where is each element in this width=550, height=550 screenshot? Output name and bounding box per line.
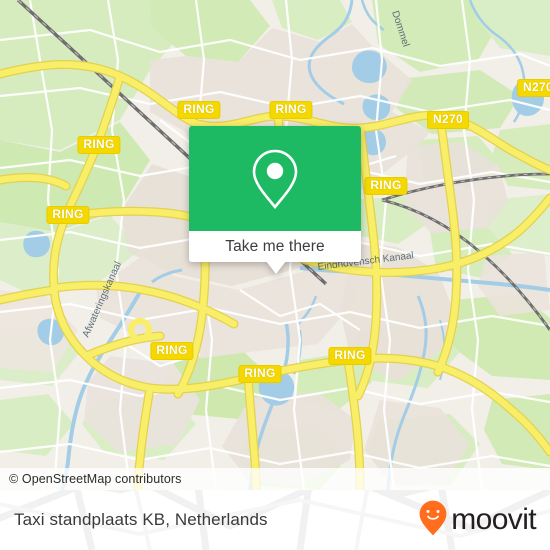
road-shield-ring: RING [328,347,372,365]
map-share-card: Dommel Afwateringskanaal Eindhovensch Ka… [0,0,550,550]
road-shield-ring: RING [77,136,121,154]
callout-icon-panel [189,126,361,231]
road-shield-ring: RING [238,365,282,383]
callout-action-bar[interactable]: Take me there [189,231,361,262]
road-shield-ring: RING [177,101,221,119]
road-shield-ring: RING [150,342,194,360]
moovit-pin-smile-icon [419,500,447,541]
place-name: Taxi standplaats KB, Netherlands [14,510,268,529]
road-shield-n270: N270 [427,111,469,129]
callout-pointer [266,261,286,274]
footer-bar: Taxi standplaats KB, Netherlands moovit [0,490,550,550]
take-me-there-callout[interactable]: Take me there [189,126,361,274]
road-shield-n270: N270 [517,79,550,97]
osm-attribution[interactable]: © OpenStreetMap contributors [0,468,550,490]
osm-attribution-text: © OpenStreetMap contributors [9,472,182,486]
take-me-there-label: Take me there [225,237,325,255]
road-shield-ring: RING [364,177,408,195]
moovit-logo[interactable]: moovit [419,500,537,541]
map-pin-icon [250,148,300,210]
road-shield-ring: RING [269,101,313,119]
moovit-wordmark: moovit [451,503,536,536]
road-shield-ring: RING [46,206,90,224]
